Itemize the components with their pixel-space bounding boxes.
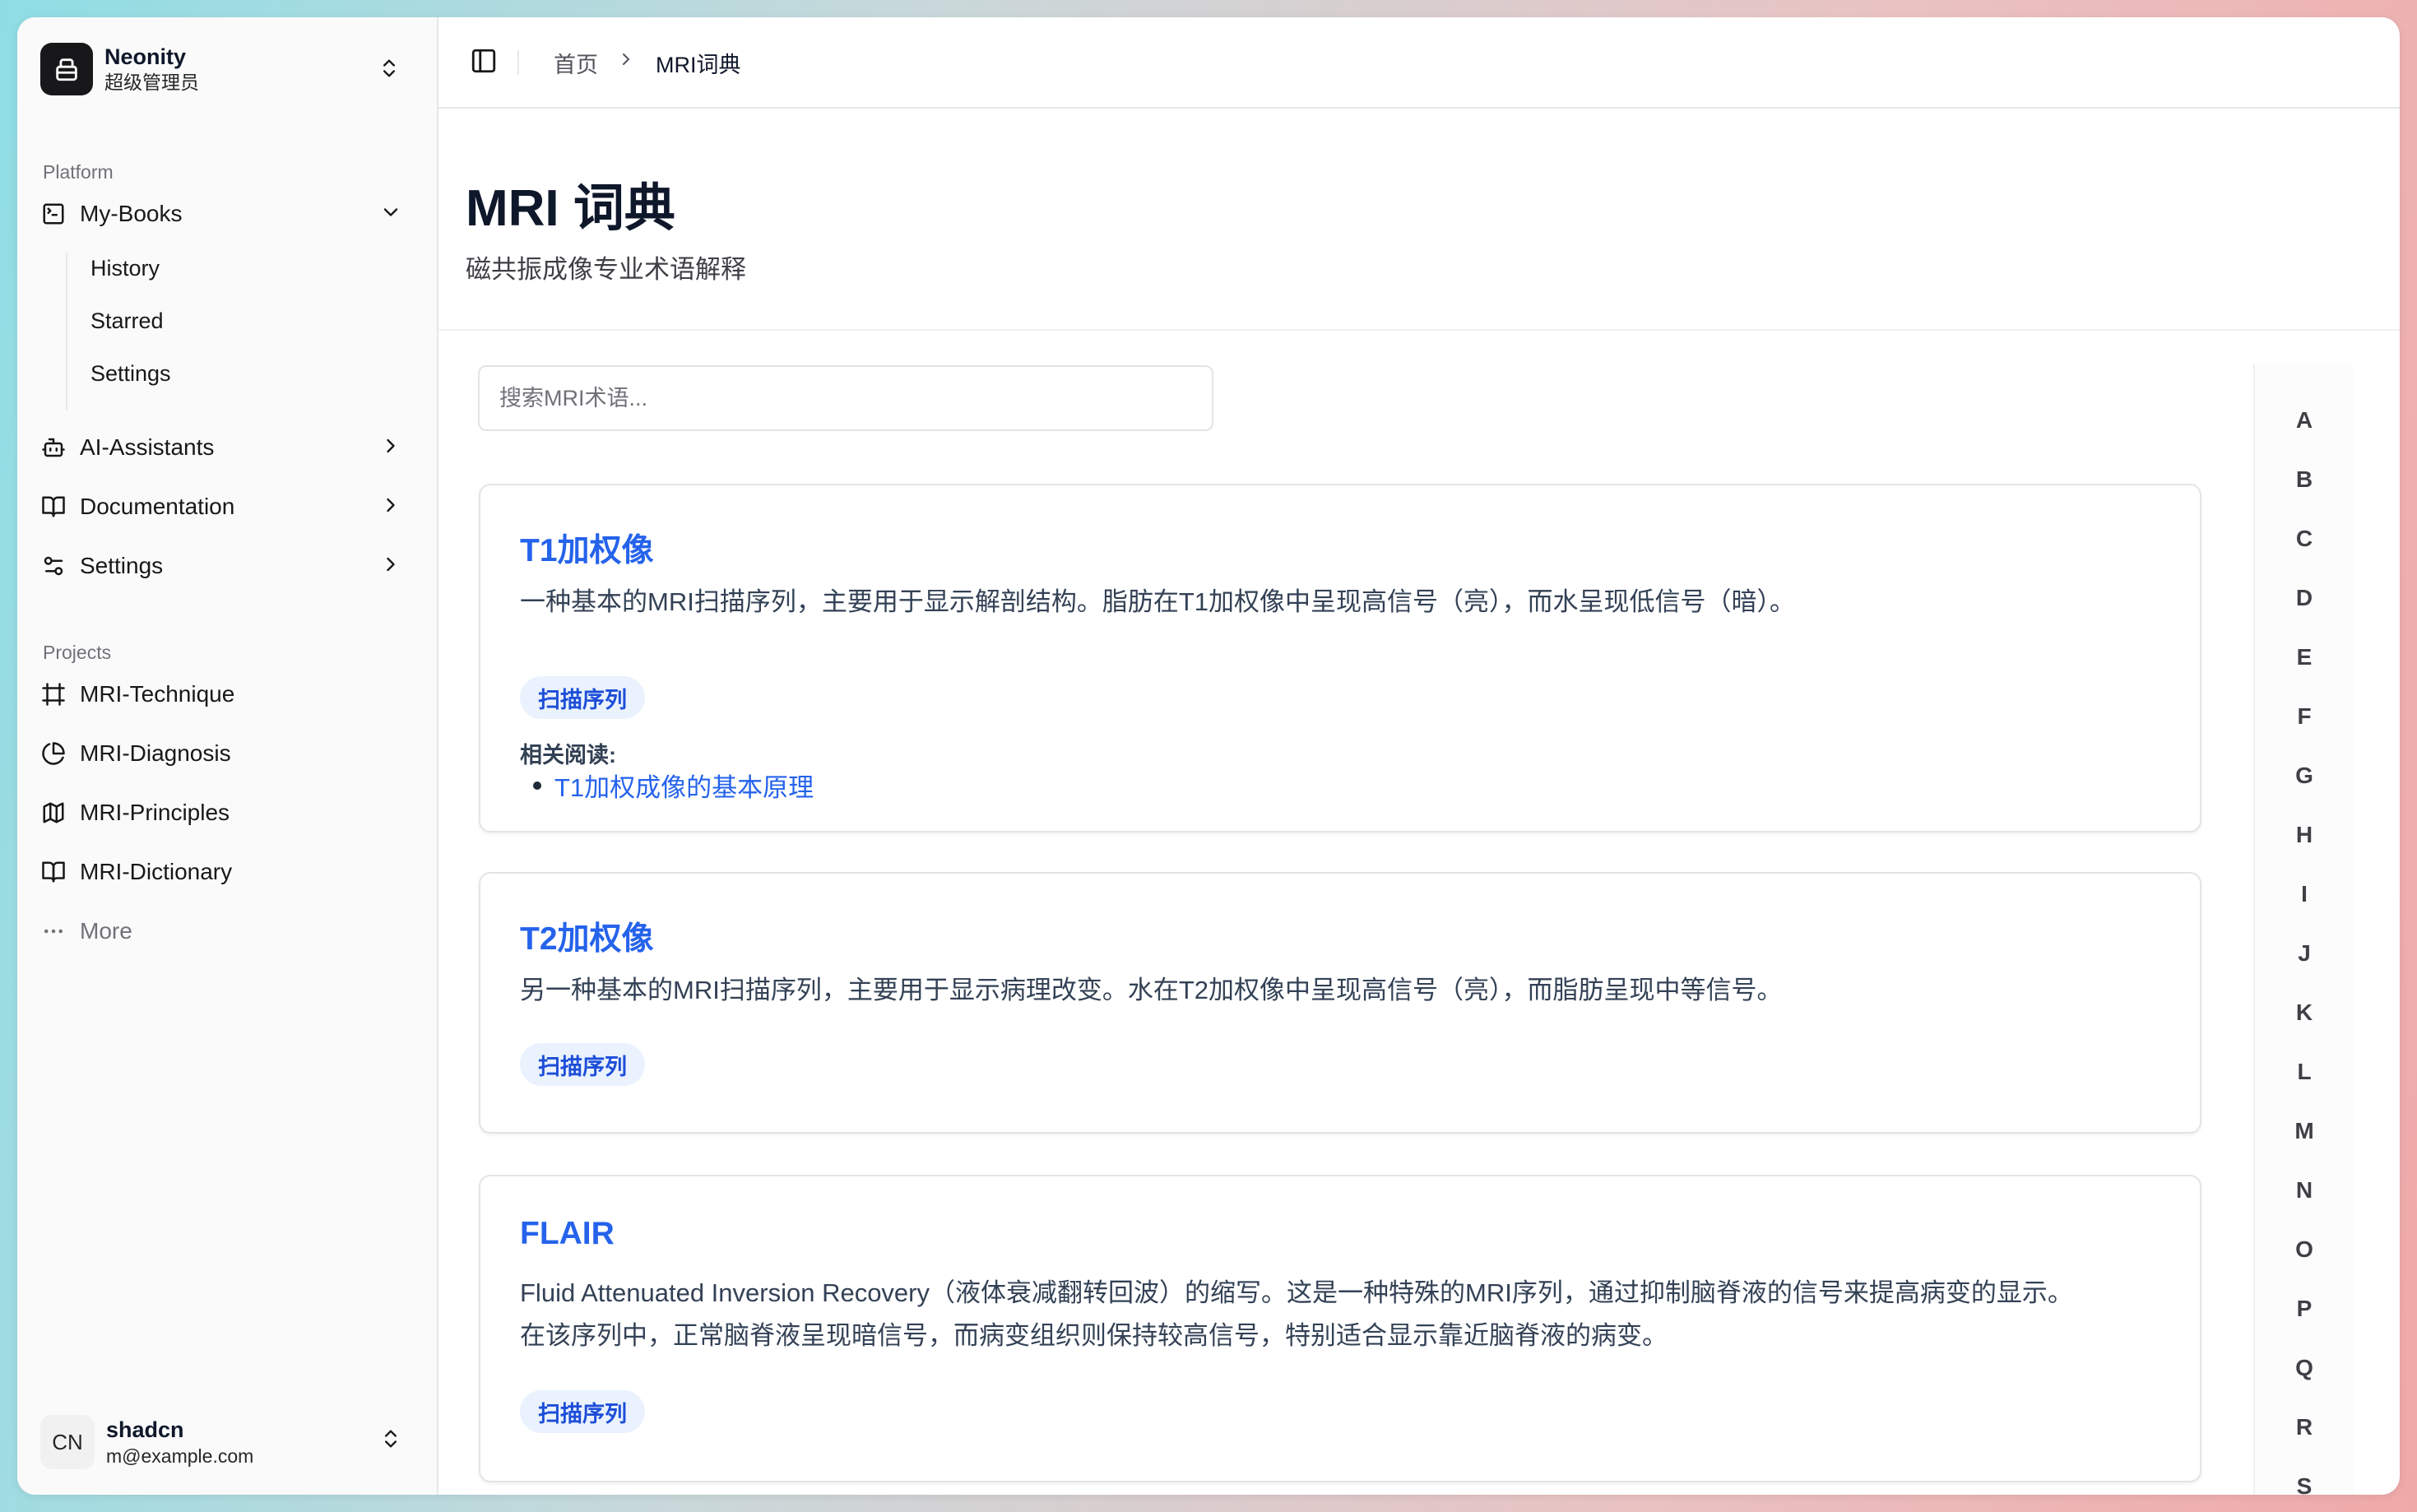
platform-group-label: Platform bbox=[43, 161, 114, 183]
terminal-square-icon bbox=[40, 201, 67, 227]
sidebar-item-my-books[interactable]: My-Books bbox=[40, 189, 427, 239]
related-reading-label: 相关阅读: bbox=[520, 743, 616, 768]
chevrons-up-down-icon bbox=[379, 1427, 402, 1454]
alpha-letter-a[interactable]: A bbox=[2255, 407, 2354, 434]
breadcrumb-current-page: MRI词典 bbox=[656, 53, 741, 77]
sidebar-item-label: Documentation bbox=[80, 494, 235, 519]
page-title: MRI 词典 bbox=[466, 180, 675, 237]
project-item-label: MRI-Technique bbox=[80, 681, 235, 707]
alpha-letter-d[interactable]: D bbox=[2255, 585, 2354, 611]
term-card: T1加权像 一种基本的MRI扫描序列，主要用于显示解剖结构。脂肪在T1加权像中呈… bbox=[479, 484, 2201, 833]
page-header: MRI 词典 磁共振成像专业术语解释 bbox=[438, 109, 2400, 331]
project-item-label: MRI-Dictionary bbox=[80, 859, 233, 884]
breadcrumb-home-link[interactable]: 首页 bbox=[554, 47, 598, 79]
chevron-down-icon bbox=[379, 201, 402, 230]
alpha-letter-p[interactable]: P bbox=[2255, 1296, 2354, 1322]
team-switcher[interactable]: Neonity 超级管理员 bbox=[40, 40, 425, 98]
app-window: Neonity 超级管理员 Platform My-Books History … bbox=[17, 17, 2400, 1495]
project-item-mri-principles[interactable]: MRI-Principles bbox=[40, 788, 427, 837]
term-title[interactable]: FLAIR bbox=[520, 1216, 615, 1252]
team-role: 超级管理员 bbox=[104, 72, 199, 94]
alpha-letter-h[interactable]: H bbox=[2255, 822, 2354, 848]
chevron-right-icon bbox=[379, 553, 402, 582]
project-item-label: MRI-Principles bbox=[80, 800, 230, 825]
alpha-letter-k[interactable]: K bbox=[2255, 999, 2354, 1026]
sidebar-item-label: Settings bbox=[80, 553, 164, 578]
alpha-letter-c[interactable]: C bbox=[2255, 526, 2354, 552]
sidebar-item-label: My-Books bbox=[80, 201, 183, 226]
map-icon bbox=[40, 800, 67, 826]
alpha-letter-i[interactable]: I bbox=[2255, 881, 2354, 907]
alpha-letter-m[interactable]: M bbox=[2255, 1118, 2354, 1144]
project-item-label: MRI-Diagnosis bbox=[80, 740, 231, 766]
book-icon bbox=[40, 859, 67, 885]
sidebar-item-settings[interactable]: Settings bbox=[40, 541, 427, 591]
top-bar: 首页 MRI词典 bbox=[438, 17, 2400, 109]
term-title[interactable]: T1加权像 bbox=[520, 525, 654, 571]
term-description: 另一种基本的MRI扫描序列，主要用于显示病理改变。水在T2加权像中呈现高信号（亮… bbox=[520, 976, 1783, 1004]
alpha-letter-n[interactable]: N bbox=[2255, 1177, 2354, 1204]
term-description-line: 在该序列中，正常脑脊液呈现暗信号，而病变组织则保持较高信号，特别适合显示靠近脑脊… bbox=[520, 1321, 1668, 1350]
sidebar-item-documentation[interactable]: Documentation bbox=[40, 482, 427, 531]
alpha-letter-f[interactable]: F bbox=[2255, 703, 2354, 730]
term-description: 一种基本的MRI扫描序列，主要用于显示解剖结构。脂肪在T1加权像中呈现高信号（亮… bbox=[520, 587, 1795, 616]
category-tag[interactable]: 扫描序列 bbox=[520, 1043, 645, 1086]
alpha-letter-g[interactable]: G bbox=[2255, 763, 2354, 789]
more-horizontal-icon bbox=[40, 918, 67, 944]
search-input[interactable] bbox=[478, 365, 1213, 431]
sidebar-toggle-button[interactable] bbox=[470, 47, 498, 79]
related-link[interactable]: T1加权成像的基本原理 bbox=[520, 767, 814, 804]
related-reading-list: T1加权成像的基本原理 bbox=[520, 767, 814, 804]
project-item-mri-diagnosis[interactable]: MRI-Diagnosis bbox=[40, 729, 427, 778]
category-tag[interactable]: 扫描序列 bbox=[520, 676, 645, 719]
page-subtitle: 磁共振成像专业术语解释 bbox=[466, 255, 746, 284]
sidebar-subitem-settings[interactable]: Settings bbox=[90, 353, 171, 394]
more-label: More bbox=[80, 918, 132, 944]
bot-icon bbox=[40, 434, 67, 461]
my-books-submenu: History Starred Settings bbox=[66, 253, 421, 410]
alpha-letter-j[interactable]: J bbox=[2255, 940, 2354, 967]
project-item-mri-dictionary[interactable]: MRI-Dictionary bbox=[40, 847, 427, 897]
term-description-line: Fluid Attenuated Inversion Recovery（液体衰减… bbox=[520, 1278, 2073, 1307]
term-description: Fluid Attenuated Inversion Recovery（液体衰减… bbox=[520, 1272, 2160, 1357]
frame-icon bbox=[40, 681, 67, 707]
book-open-icon bbox=[40, 494, 67, 520]
term-title[interactable]: T2加权像 bbox=[520, 913, 654, 959]
avatar: CN bbox=[40, 1415, 95, 1469]
alpha-letter-s[interactable]: S bbox=[2255, 1473, 2354, 1495]
sidebar-item-label: AI-Assistants bbox=[80, 434, 215, 460]
alpha-letter-q[interactable]: Q bbox=[2255, 1355, 2354, 1381]
alpha-letter-o[interactable]: O bbox=[2255, 1236, 2354, 1263]
sidebar-more-button[interactable]: More bbox=[40, 907, 427, 956]
sidebar-subitem-history[interactable]: History bbox=[90, 248, 160, 289]
chevron-right-icon bbox=[379, 434, 402, 463]
chevrons-up-down-icon bbox=[378, 57, 401, 84]
user-email: m@example.com bbox=[106, 1445, 254, 1467]
alpha-letter-r[interactable]: R bbox=[2255, 1414, 2354, 1440]
user-menu[interactable]: CN shadcn m@example.com bbox=[40, 1409, 427, 1475]
sidebar-subitem-starred[interactable]: Starred bbox=[90, 300, 164, 341]
main-content: 首页 MRI词典 MRI 词典 磁共振成像专业术语解释 T1加权像 一种基本的M… bbox=[438, 17, 2400, 1495]
term-card: T2加权像 另一种基本的MRI扫描序列，主要用于显示病理改变。水在T2加权像中呈… bbox=[479, 872, 2201, 1134]
term-card: FLAIR Fluid Attenuated Inversion Recover… bbox=[479, 1175, 2201, 1482]
category-tag[interactable]: 扫描序列 bbox=[520, 1390, 645, 1433]
divider bbox=[517, 50, 519, 75]
user-name: shadcn bbox=[106, 1417, 184, 1442]
sidebar: Neonity 超级管理员 Platform My-Books History … bbox=[17, 17, 438, 1495]
panel-left-icon bbox=[471, 49, 496, 73]
chevron-right-icon bbox=[379, 494, 402, 522]
chevron-right-icon bbox=[616, 49, 636, 73]
project-item-mri-technique[interactable]: MRI-Technique bbox=[40, 670, 427, 719]
team-name: Neonity bbox=[104, 44, 187, 70]
projects-group-label: Projects bbox=[43, 642, 112, 663]
team-logo-icon bbox=[40, 43, 93, 95]
alpha-letter-l[interactable]: L bbox=[2255, 1059, 2354, 1085]
alpha-letter-e[interactable]: E bbox=[2255, 644, 2354, 670]
pie-chart-icon bbox=[40, 740, 67, 767]
alphabet-index: A B C D E F G H I J K L M N O P Q R S bbox=[2253, 364, 2354, 1495]
sidebar-item-ai-assistants[interactable]: AI-Assistants bbox=[40, 423, 427, 472]
sliders-icon bbox=[40, 553, 67, 579]
alpha-letter-b[interactable]: B bbox=[2255, 466, 2354, 493]
